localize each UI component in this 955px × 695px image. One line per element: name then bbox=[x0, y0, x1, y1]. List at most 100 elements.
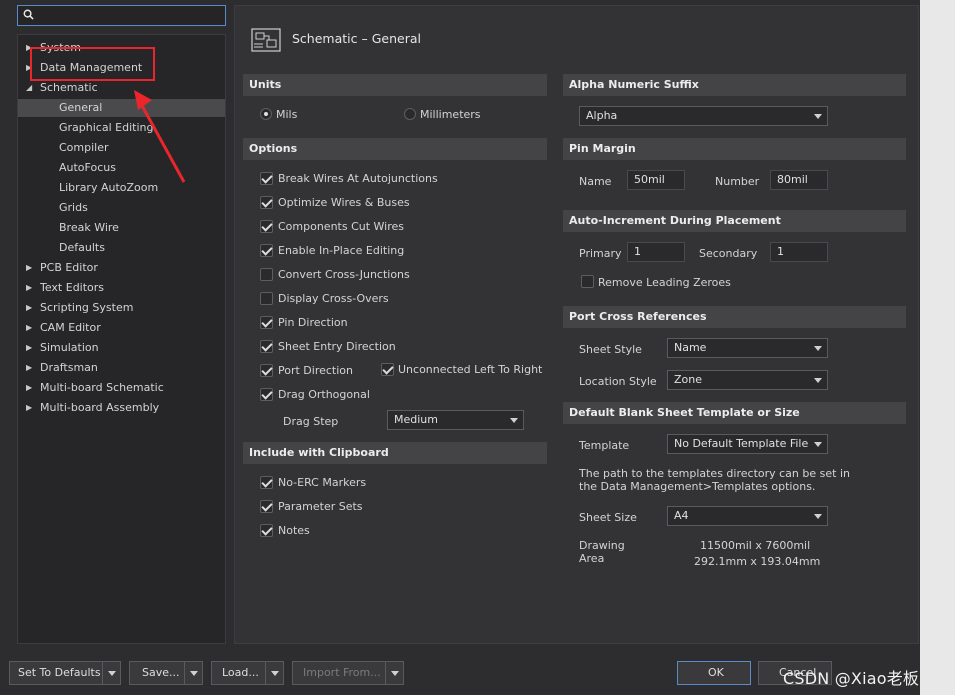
chevron-down-icon bbox=[814, 114, 822, 119]
unconnected-left-to-right-checkbox[interactable] bbox=[381, 363, 394, 376]
tree-item-label: Multi-board Schematic bbox=[40, 381, 164, 394]
option-label: Port Direction bbox=[278, 364, 353, 377]
millimeters-radio[interactable] bbox=[404, 108, 416, 120]
save-button[interactable]: Save... bbox=[129, 661, 203, 685]
tree-item[interactable]: ▶ CAM Editor bbox=[18, 319, 225, 337]
search-icon bbox=[23, 9, 34, 20]
tree-item[interactable]: ◢ Schematic bbox=[18, 79, 225, 97]
chevron-right-icon[interactable]: ▶ bbox=[26, 259, 36, 277]
chevron-right-icon[interactable]: ▶ bbox=[26, 339, 36, 357]
tree-item[interactable]: General bbox=[18, 99, 225, 117]
import-from-label: Import From... bbox=[303, 666, 381, 679]
options-header: Options bbox=[243, 138, 547, 160]
tree-item[interactable]: ▶ Multi-board Schematic bbox=[18, 379, 225, 397]
tree-item-label: Simulation bbox=[40, 341, 99, 354]
tree-item-label: Schematic bbox=[40, 81, 98, 94]
ok-label: OK bbox=[708, 666, 724, 679]
option-label: Display Cross-Overs bbox=[278, 292, 389, 305]
remove-leading-zeroes-checkbox[interactable] bbox=[581, 275, 594, 288]
primary-input[interactable]: 1 bbox=[627, 242, 685, 262]
tree-item[interactable]: Graphical Editing bbox=[18, 119, 225, 137]
tree-item-label: Draftsman bbox=[40, 361, 98, 374]
tree-item[interactable]: Defaults bbox=[18, 239, 225, 257]
chevron-right-icon[interactable]: ▶ bbox=[26, 359, 36, 377]
option-label: Convert Cross-Junctions bbox=[278, 268, 410, 281]
clipboard-option-label: Notes bbox=[278, 524, 310, 537]
ok-button[interactable]: OK bbox=[677, 661, 751, 685]
option-label: Break Wires At Autojunctions bbox=[278, 172, 438, 185]
unconnected-left-to-right-label: Unconnected Left To Right bbox=[398, 363, 543, 376]
pin-margin-number-input[interactable]: 80mil bbox=[770, 170, 828, 190]
alpha-suffix-value: Alpha bbox=[586, 109, 618, 122]
chevron-down-icon bbox=[814, 442, 822, 447]
drawing-area-label-1: Drawing bbox=[579, 539, 625, 552]
option-checkbox[interactable] bbox=[260, 364, 273, 377]
chevron-down-icon[interactable]: ◢ bbox=[26, 79, 36, 97]
alpha-suffix-select[interactable]: Alpha bbox=[579, 106, 828, 126]
tree-item-label: PCB Editor bbox=[40, 261, 98, 274]
chevron-down-icon[interactable] bbox=[265, 662, 283, 684]
option-checkbox[interactable] bbox=[260, 220, 273, 233]
tree-item[interactable]: ▶ Simulation bbox=[18, 339, 225, 357]
chevron-right-icon[interactable]: ▶ bbox=[26, 299, 36, 317]
option-checkbox[interactable] bbox=[260, 172, 273, 185]
chevron-right-icon[interactable]: ▶ bbox=[26, 319, 36, 337]
clipboard-option-checkbox[interactable] bbox=[260, 524, 273, 537]
clipboard-option-checkbox[interactable] bbox=[260, 500, 273, 513]
annotation-highlight-box bbox=[30, 47, 155, 81]
schematic-page-icon bbox=[251, 28, 281, 52]
option-checkbox[interactable] bbox=[260, 340, 273, 353]
search-input[interactable] bbox=[17, 5, 226, 26]
load-button[interactable]: Load... bbox=[211, 661, 284, 685]
pin-margin-name-input[interactable]: 50mil bbox=[627, 170, 685, 190]
drawing-area-mm: 292.1mm x 193.04mm bbox=[694, 555, 821, 568]
tree-item[interactable]: AutoFocus bbox=[18, 159, 225, 177]
tree-item-label: Text Editors bbox=[40, 281, 105, 294]
tree-item[interactable]: ▶ Text Editors bbox=[18, 279, 225, 297]
tree-item-label: Compiler bbox=[59, 141, 109, 154]
chevron-down-icon bbox=[510, 418, 518, 423]
chevron-down-icon bbox=[814, 514, 822, 519]
chevron-right-icon[interactable]: ▶ bbox=[26, 379, 36, 397]
tree-item[interactable]: ▶ PCB Editor bbox=[18, 259, 225, 277]
sheet-style-value: Name bbox=[674, 341, 707, 354]
template-value: No Default Template File bbox=[674, 437, 809, 450]
option-checkbox[interactable] bbox=[260, 316, 273, 329]
option-label: Sheet Entry Direction bbox=[278, 340, 396, 353]
tree-item[interactable]: ▶ Scripting System bbox=[18, 299, 225, 317]
tree-item[interactable]: Library AutoZoom bbox=[18, 179, 225, 197]
sheet-style-select[interactable]: Name bbox=[667, 338, 828, 358]
tree-item[interactable]: Compiler bbox=[18, 139, 225, 157]
option-checkbox[interactable] bbox=[260, 388, 273, 401]
location-style-select[interactable]: Zone bbox=[667, 370, 828, 390]
pin-margin-number-label: Number bbox=[715, 175, 760, 188]
chevron-right-icon[interactable]: ▶ bbox=[26, 279, 36, 297]
secondary-input[interactable]: 1 bbox=[770, 242, 828, 262]
tree-item[interactable]: ▶ Draftsman bbox=[18, 359, 225, 377]
template-path-note-2: the Data Management>Templates options. bbox=[579, 480, 816, 493]
option-label: Enable In-Place Editing bbox=[278, 244, 405, 257]
chevron-down-icon bbox=[814, 378, 822, 383]
drawing-area-mil: 11500mil x 7600mil bbox=[700, 539, 811, 552]
pin-margin-header: Pin Margin bbox=[563, 138, 906, 160]
option-checkbox[interactable] bbox=[260, 268, 273, 281]
chevron-down-icon[interactable] bbox=[102, 662, 120, 684]
tree-item[interactable]: ▶ Multi-board Assembly bbox=[18, 399, 225, 417]
chevron-right-icon[interactable]: ▶ bbox=[26, 399, 36, 417]
tree-item[interactable]: Grids bbox=[18, 199, 225, 217]
import-from-button[interactable]: Import From... bbox=[292, 661, 404, 685]
sheet-size-select[interactable]: A4 bbox=[667, 506, 828, 526]
template-select[interactable]: No Default Template File bbox=[667, 434, 828, 454]
option-checkbox[interactable] bbox=[260, 244, 273, 257]
chevron-down-icon[interactable] bbox=[184, 662, 202, 684]
set-to-defaults-button[interactable]: Set To Defaults bbox=[9, 661, 121, 685]
clipboard-option-checkbox[interactable] bbox=[260, 476, 273, 489]
chevron-down-icon bbox=[814, 346, 822, 351]
drag-step-select[interactable]: Medium bbox=[387, 410, 524, 430]
option-checkbox[interactable] bbox=[260, 196, 273, 209]
chevron-down-icon[interactable] bbox=[385, 662, 403, 684]
tree-item[interactable]: Break Wire bbox=[18, 219, 225, 237]
sheet-size-value: A4 bbox=[674, 509, 689, 522]
mils-radio[interactable] bbox=[260, 108, 272, 120]
option-checkbox[interactable] bbox=[260, 292, 273, 305]
